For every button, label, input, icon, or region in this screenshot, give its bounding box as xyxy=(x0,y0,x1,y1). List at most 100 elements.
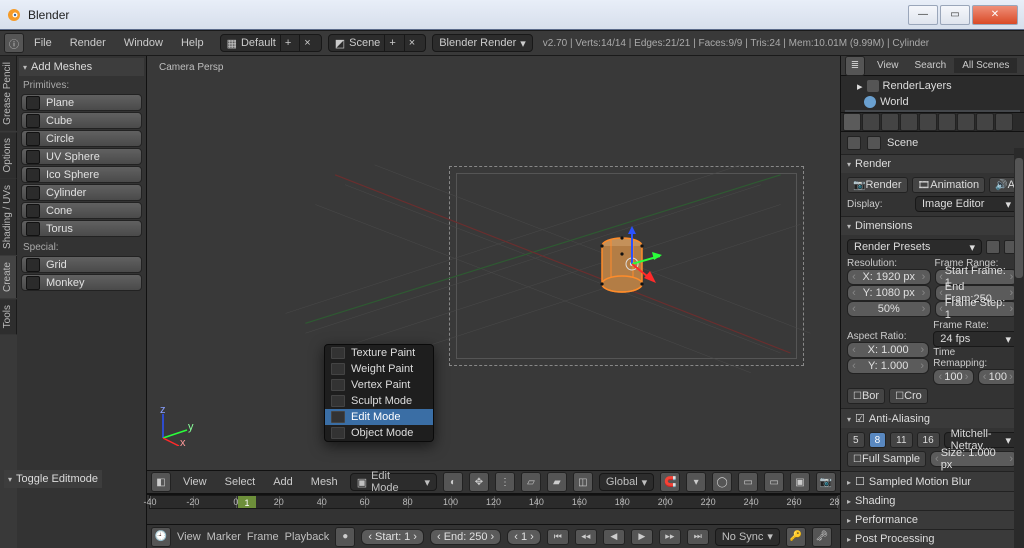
res-y[interactable]: ‹Y: 1080 px› xyxy=(847,285,931,301)
mesh-grid[interactable]: Grid xyxy=(21,256,142,273)
tab-constraints[interactable] xyxy=(938,113,956,131)
outliner-world[interactable]: World xyxy=(845,94,1020,110)
full-sample-toggle[interactable]: ☐ Full Sample xyxy=(847,451,926,467)
aspect-y[interactable]: ‹Y: 1.000› xyxy=(847,358,929,374)
timeline-menu-frame[interactable]: Frame xyxy=(247,531,279,543)
auto-key-icon[interactable]: ● xyxy=(335,527,355,547)
3d-viewport[interactable]: Camera Persp xyxy=(147,56,840,470)
tab-create[interactable]: Create xyxy=(0,256,17,298)
mesh-torus[interactable]: Torus xyxy=(21,220,142,237)
panel-shading[interactable]: Shading xyxy=(841,492,1024,510)
tab-render[interactable] xyxy=(843,113,861,131)
outliner[interactable]: ▸RenderLayers World ▸Camera👁↖📷 xyxy=(841,76,1024,113)
scene-selector[interactable]: ◩ Scene + × xyxy=(328,34,426,52)
camera-icon[interactable]: 📷 xyxy=(816,472,836,492)
orientation-selector[interactable]: Global▾ xyxy=(599,473,654,491)
display-mode-select[interactable]: Image Editor▾ xyxy=(915,196,1018,212)
aa-16[interactable]: 16 xyxy=(917,432,940,448)
tab-scene[interactable] xyxy=(881,113,899,131)
layers2-icon[interactable]: ▭ xyxy=(764,472,784,492)
limit-select-icon[interactable]: ◫ xyxy=(573,472,593,492)
end-frame-field[interactable]: ‹ End: 250 › xyxy=(430,529,501,545)
transform-gizmo[interactable] xyxy=(602,226,662,286)
tab-layers[interactable] xyxy=(862,113,880,131)
pivot-icon[interactable]: ✥ xyxy=(469,472,489,492)
mesh-cube[interactable]: Cube xyxy=(21,112,142,129)
aa-filter-select[interactable]: Mitchell-Netrav...▾ xyxy=(944,432,1018,448)
play-reverse-icon[interactable]: ◀ xyxy=(603,529,625,545)
tab-grease-pencil[interactable]: Grease Pencil xyxy=(0,56,17,131)
mode-sculpt-mode[interactable]: Sculpt Mode xyxy=(325,393,433,409)
face-select-icon[interactable]: ▰ xyxy=(547,472,567,492)
mesh-cylinder[interactable]: Cylinder xyxy=(21,184,142,201)
snap-icon[interactable]: 🧲 xyxy=(660,472,680,492)
aspect-x[interactable]: ‹X: 1.000› xyxy=(847,342,929,358)
mode-selector[interactable]: ▣Edit Mode▾ xyxy=(350,473,437,491)
remap-old[interactable]: ‹100› xyxy=(933,369,973,385)
minimize-button[interactable]: — xyxy=(908,5,938,25)
render-presets[interactable]: Render Presets▾ xyxy=(847,239,982,255)
render-engine-selector[interactable]: Blender Render ▾ xyxy=(432,34,533,52)
outliner-menu-view[interactable]: View xyxy=(869,58,907,73)
mesh-cone[interactable]: Cone xyxy=(21,202,142,219)
menu-help[interactable]: Help xyxy=(173,34,212,52)
tab-material[interactable] xyxy=(995,113,1013,131)
animation-button[interactable]: 🎞 Animation xyxy=(912,177,986,193)
tab-data[interactable] xyxy=(976,113,994,131)
properties-scrollbar[interactable] xyxy=(1014,148,1024,548)
panel-render[interactable]: Render xyxy=(841,155,1024,173)
panel-dimensions[interactable]: Dimensions xyxy=(841,217,1024,235)
tab-tools[interactable]: Tools xyxy=(0,299,17,334)
timeline-menu-view[interactable]: View xyxy=(177,531,201,543)
tab-options[interactable]: Options xyxy=(0,132,17,178)
keyframe-next-icon[interactable]: ▸▸ xyxy=(659,529,681,545)
jump-start-icon[interactable]: ⏮ xyxy=(547,529,569,545)
tab-object[interactable] xyxy=(919,113,937,131)
res-pct[interactable]: ‹50%› xyxy=(847,301,931,317)
framerate-select[interactable]: 24 fps▾ xyxy=(933,331,1018,347)
tab-shading-uvs[interactable]: Shading / UVs xyxy=(0,179,17,255)
aa-size[interactable]: ‹Size: 1.000 px› xyxy=(930,451,1018,467)
3dview-menu-mesh[interactable]: Mesh xyxy=(305,474,344,490)
outliner-renderlayers[interactable]: ▸RenderLayers xyxy=(845,78,1020,94)
mesh-plane[interactable]: Plane xyxy=(21,94,142,111)
aa-11[interactable]: 11 xyxy=(890,432,912,448)
key-delete-icon[interactable]: 🗝 xyxy=(812,527,832,547)
close-button[interactable]: ✕ xyxy=(972,5,1018,25)
aa-5[interactable]: 5 xyxy=(847,432,865,448)
mode-edit-mode[interactable]: Edit Mode xyxy=(325,409,433,425)
outliner-filter[interactable]: All Scenes xyxy=(954,58,1017,73)
current-frame-field[interactable]: ‹ 1 › xyxy=(507,529,541,545)
key-insert-icon[interactable]: 🔑 xyxy=(786,527,806,547)
play-icon[interactable]: ▶ xyxy=(631,529,653,545)
panel-post-processing[interactable]: Post Processing xyxy=(841,530,1024,548)
tab-modifiers[interactable] xyxy=(957,113,975,131)
render-border-icon[interactable]: ▣ xyxy=(790,472,810,492)
render-button[interactable]: 📷 Render xyxy=(847,177,908,193)
shading-icon[interactable]: ◐ xyxy=(443,472,463,492)
snap-type-icon[interactable]: ▾ xyxy=(686,472,706,492)
remap-new[interactable]: ‹100› xyxy=(978,369,1018,385)
add-scene-icon[interactable]: + xyxy=(384,35,399,51)
edge-select-icon[interactable]: ▱ xyxy=(521,472,541,492)
3dview-menu-add[interactable]: Add xyxy=(267,474,299,490)
editor-type-timeline-icon[interactable]: 🕘 xyxy=(151,527,171,547)
panel-add-meshes-header[interactable]: Add Meshes xyxy=(19,58,144,76)
timeline-menu-marker[interactable]: Marker xyxy=(207,531,241,543)
jump-end-icon[interactable]: ⏭ xyxy=(687,529,709,545)
mode-object-mode[interactable]: Object Mode xyxy=(325,425,433,441)
menu-render[interactable]: Render xyxy=(62,34,114,52)
outliner-menu-search[interactable]: Search xyxy=(907,58,955,73)
start-frame-field[interactable]: ‹ Start: 1 › xyxy=(361,529,424,545)
screen-layout-selector[interactable]: ▦ Default + × xyxy=(220,34,322,52)
keyframe-prev-icon[interactable]: ◂◂ xyxy=(575,529,597,545)
3dview-menu-view[interactable]: View xyxy=(177,474,213,490)
res-x[interactable]: ‹X: 1920 px› xyxy=(847,269,931,285)
remove-layout-icon[interactable]: × xyxy=(299,35,314,51)
timeline-ruler[interactable]: -40-200204060801001201401601802002202402… xyxy=(147,494,840,524)
3dview-menu-select[interactable]: Select xyxy=(219,474,262,490)
mode-weight-paint[interactable]: Weight Paint xyxy=(325,361,433,377)
current-frame-marker[interactable]: 1 xyxy=(238,496,256,508)
editor-type-3dview-icon[interactable]: ◧ xyxy=(151,472,171,492)
mesh-circle[interactable]: Circle xyxy=(21,130,142,147)
